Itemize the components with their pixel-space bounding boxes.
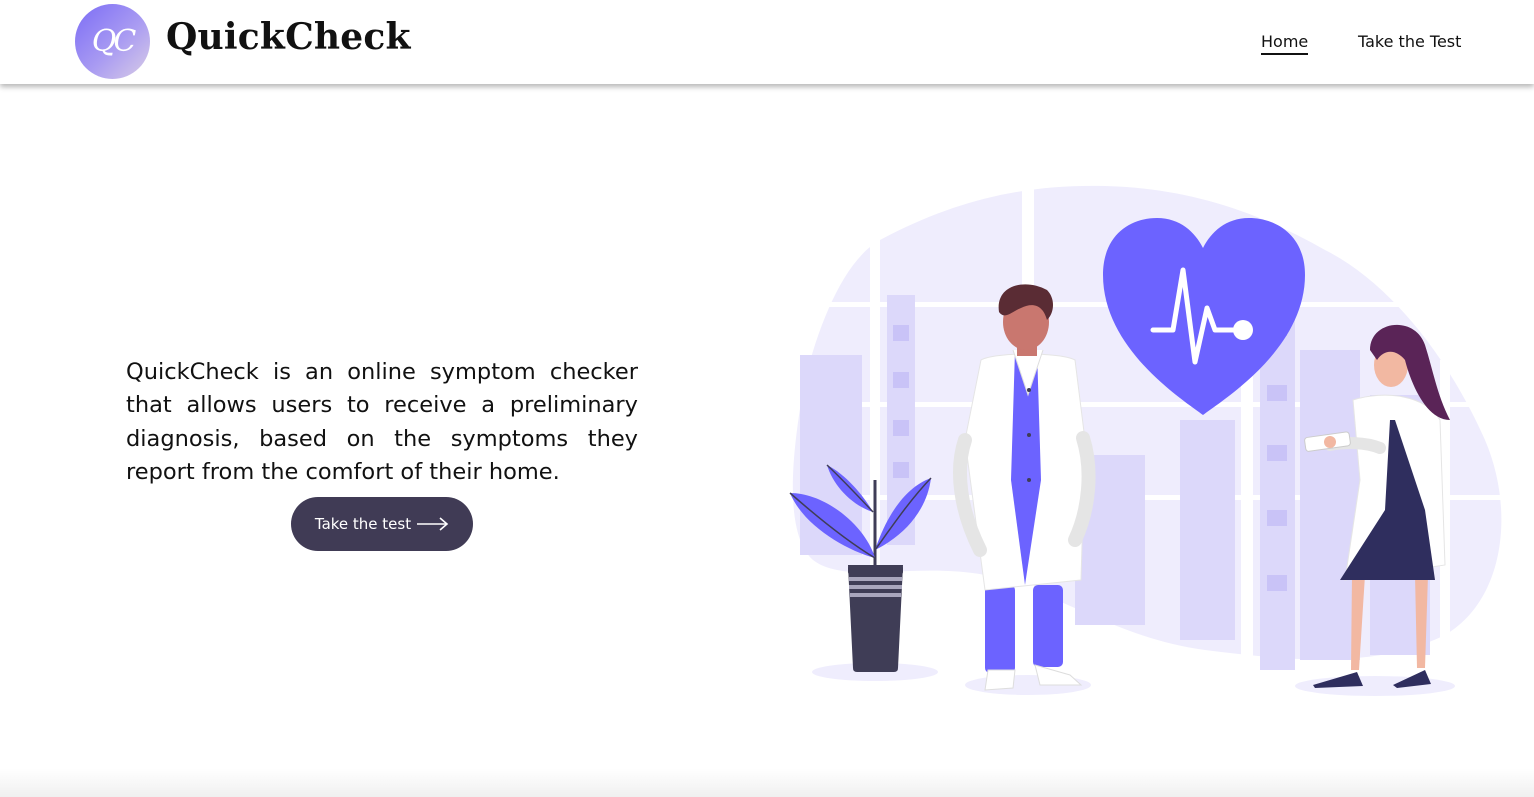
brand-name[interactable]: QuickCheck xyxy=(166,16,411,58)
doctors-heart-illustration xyxy=(789,180,1505,696)
navbar: QC QuickCheck Home Take the Test xyxy=(0,0,1534,84)
nav-home-link[interactable]: Home xyxy=(1261,33,1309,55)
bottom-shadow xyxy=(0,768,1534,797)
logo[interactable]: QC xyxy=(75,4,150,79)
nav-take-test-link[interactable]: Take the Test xyxy=(1358,33,1461,51)
arrow-right-icon xyxy=(417,517,449,531)
hero-description: QuickCheck is an online symptom checker … xyxy=(126,358,638,486)
take-test-button-label: Take the test xyxy=(314,515,412,533)
logo-text: QC xyxy=(91,24,137,59)
take-test-button[interactable]: Take the test xyxy=(291,497,473,551)
